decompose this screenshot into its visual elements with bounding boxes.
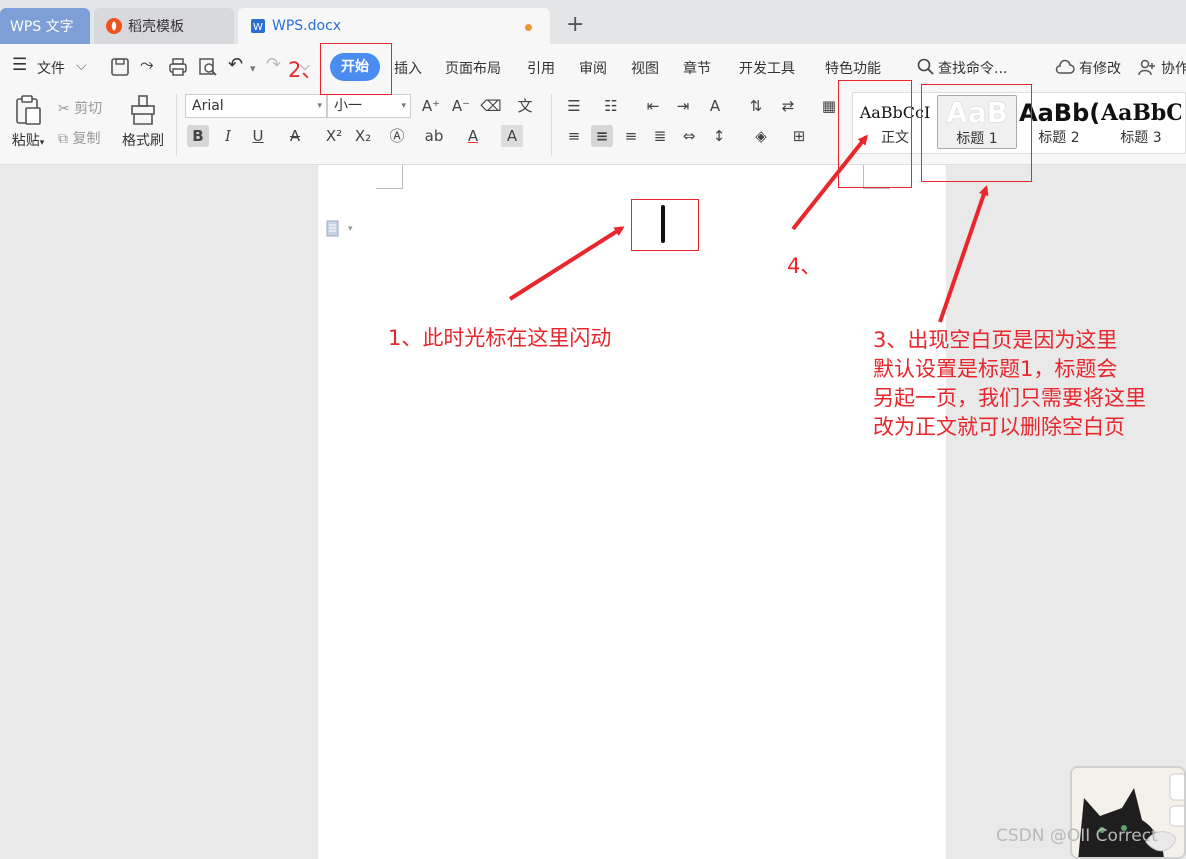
annotation-step-1: 1、此时光标在这里闪动 (388, 326, 612, 350)
annotation-line: 默认设置是标题1，标题会 (873, 357, 1118, 381)
wps-window: WPS 文字 稻壳模板 W WPS.docx + ☰ 文件 ⌵ ⤳ ↶ ▾ ↷ … (0, 0, 1186, 859)
annotation-step-4: 4、 (787, 254, 822, 278)
csdn-watermark: CSDN @OII Correct (996, 826, 1158, 846)
annotation-step-2: 2、 (288, 58, 323, 82)
annotation-line: 3、出现空白页是因为这里 (873, 328, 1118, 352)
annotation-line: 另起一页，我们只需要将这里 (873, 386, 1146, 410)
annotation-step-3: 3、出现空白页是因为这里 默认设置是标题1，标题会 另起一页，我们只需要将这里 … (873, 326, 1146, 442)
annotation-line: 改为正文就可以删除空白页 (873, 415, 1125, 439)
arrow-to-heading1 (938, 185, 989, 323)
arrow-to-cursor (508, 226, 625, 301)
arrow-to-normal-style (791, 134, 868, 231)
